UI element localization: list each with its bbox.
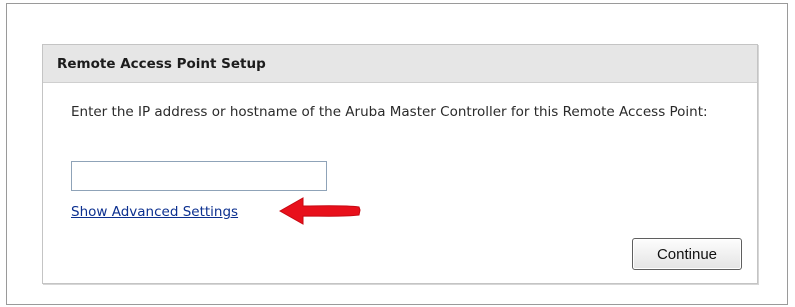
show-advanced-settings-link[interactable]: Show Advanced Settings (71, 204, 238, 220)
instructions-text: Enter the IP address or hostname of the … (71, 104, 708, 120)
panel-header: Remote Access Point Setup (43, 45, 757, 83)
panel-body: Enter the IP address or hostname of the … (43, 83, 757, 283)
window-frame: Remote Access Point Setup Enter the IP a… (6, 3, 788, 305)
continue-button[interactable]: Continue (632, 238, 742, 270)
controller-address-input[interactable] (71, 161, 327, 191)
red-arrow-left-icon (279, 197, 361, 225)
panel-title: Remote Access Point Setup (57, 56, 266, 72)
remote-ap-setup-panel: Remote Access Point Setup Enter the IP a… (42, 44, 758, 284)
